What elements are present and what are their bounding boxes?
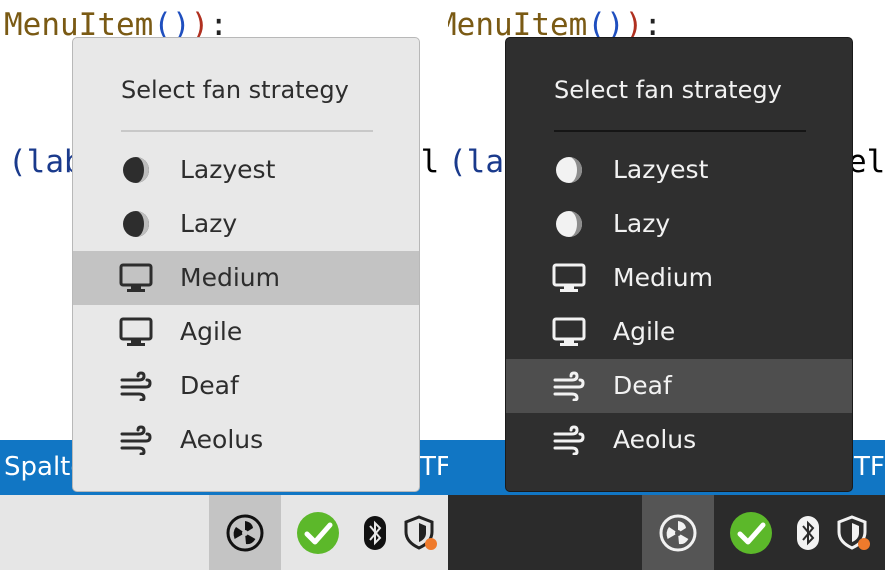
fan-strategy-menu-light: Select fan strategy Lazyest Lazy Medium xyxy=(72,37,420,492)
wind-icon xyxy=(120,371,152,401)
strip-text-right: TF-8 xyxy=(854,452,885,482)
check-tray-button[interactable] xyxy=(288,495,348,570)
bluetooth-icon xyxy=(797,515,819,550)
wind-icon xyxy=(553,371,585,401)
check-tray-button[interactable] xyxy=(721,495,781,570)
menu-item-lazy[interactable]: Lazy xyxy=(506,197,852,251)
fan-tray-button[interactable] xyxy=(209,495,281,570)
check-circle-icon xyxy=(730,511,772,554)
monitor-icon xyxy=(552,317,586,346)
dark-theme-panel: MenuItem()): (lab label TF-8 xyxy=(448,0,885,570)
menu-item-lazy[interactable]: Lazy xyxy=(73,197,419,251)
bluetooth-icon xyxy=(364,515,386,550)
check-circle-icon xyxy=(297,511,339,554)
menu-item-aeolus[interactable]: Aeolus xyxy=(506,413,852,467)
shield-icon xyxy=(404,514,437,550)
moon-icon xyxy=(123,211,149,237)
light-theme-panel: MenuItem()): (lab label Spalte TF-spalte xyxy=(0,0,448,570)
menu-item-deaf[interactable]: Deaf xyxy=(506,359,852,413)
fan-icon xyxy=(659,514,697,551)
wind-icon xyxy=(553,425,585,455)
moon-icon xyxy=(556,157,582,183)
shield-icon xyxy=(837,514,870,550)
bluetooth-tray-button[interactable] xyxy=(355,495,395,570)
menu-title: Select fan strategy xyxy=(121,76,349,104)
monitor-icon xyxy=(119,317,153,346)
shield-tray-button[interactable] xyxy=(832,495,876,570)
taskbar xyxy=(0,495,448,570)
monitor-icon xyxy=(119,263,153,292)
menu-item-medium[interactable]: Medium xyxy=(73,251,419,305)
menu-item-agile[interactable]: Agile xyxy=(506,305,852,359)
menu-item-aeolus[interactable]: Aeolus xyxy=(73,413,419,467)
menu-separator xyxy=(121,130,373,132)
menu-item-agile[interactable]: Agile xyxy=(73,305,419,359)
menu-item-lazyest[interactable]: Lazyest xyxy=(506,143,852,197)
menu-title: Select fan strategy xyxy=(554,76,782,104)
monitor-icon xyxy=(552,263,586,292)
moon-icon xyxy=(556,211,582,237)
fan-icon xyxy=(226,514,264,551)
taskbar-dark xyxy=(448,495,885,570)
strip-text-mid: TF-spalte xyxy=(420,452,448,482)
fan-strategy-menu-dark: Select fan strategy Lazyest Lazy Medium xyxy=(505,37,853,492)
moon-icon xyxy=(123,157,149,183)
bluetooth-tray-button[interactable] xyxy=(788,495,828,570)
menu-separator xyxy=(554,130,806,132)
fan-tray-button[interactable] xyxy=(642,495,714,570)
menu-item-lazyest[interactable]: Lazyest xyxy=(73,143,419,197)
menu-item-deaf[interactable]: Deaf xyxy=(73,359,419,413)
wind-icon xyxy=(120,425,152,455)
shield-tray-button[interactable] xyxy=(399,495,443,570)
menu-item-medium[interactable]: Medium xyxy=(506,251,852,305)
